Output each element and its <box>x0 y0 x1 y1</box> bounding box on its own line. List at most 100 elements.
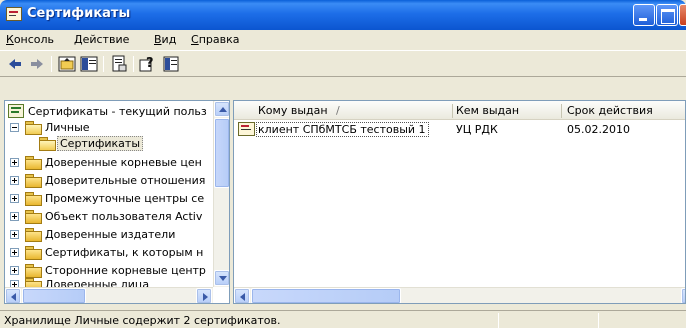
export-list-icon[interactable] <box>110 55 128 73</box>
tree-item-trusted-publishers[interactable]: Доверенные издатели <box>8 227 218 243</box>
certificate-icon <box>238 122 255 136</box>
chevron-left-icon <box>11 293 16 301</box>
expand-icon[interactable] <box>10 176 19 185</box>
menu-help[interactable]: Справка <box>191 33 239 46</box>
scroll-left-button[interactable] <box>5 288 21 303</box>
cell-issued-to: клиент СПбМТСБ тестовый 1 <box>256 122 429 137</box>
list-header: Кому выдан / Кем выдан Срок действия <box>234 101 685 120</box>
folder-icon <box>25 228 42 242</box>
status-text: Хранилище Личные содержит 2 сертификатов… <box>4 314 281 327</box>
certificates-snapin-icon <box>8 104 24 118</box>
column-issued-by[interactable]: Кем выдан <box>456 104 519 117</box>
tree-item-label: Личные <box>45 121 90 134</box>
column-divider[interactable] <box>561 104 562 118</box>
status-bar: Хранилище Личные содержит 2 сертификатов… <box>0 310 686 328</box>
menu-view-label: ид <box>161 33 177 46</box>
table-row[interactable]: клиент СПбМТСБ тестовый 1 УЦ РДК 05.02.2… <box>234 122 685 138</box>
scroll-left-button[interactable] <box>234 288 250 303</box>
folder-open-icon <box>25 121 42 135</box>
show-hide-tree-icon[interactable] <box>80 55 98 73</box>
menu-action-label: ействие <box>82 33 130 46</box>
back-icon[interactable] <box>6 55 24 73</box>
scroll-up-button[interactable] <box>214 101 229 117</box>
expand-icon[interactable] <box>10 194 19 203</box>
scroll-thumb[interactable] <box>22 288 86 303</box>
list-horizontal-scrollbar[interactable] <box>234 287 685 303</box>
title-bar[interactable]: Сертификаты <box>0 0 686 30</box>
toolbar-separator <box>51 56 52 72</box>
close-button[interactable] <box>679 4 686 26</box>
menu-action-accel: Д <box>74 33 83 46</box>
tree-root-label: Сертификаты - текущий польз <box>28 105 207 118</box>
console-tree[interactable]: Сертификаты - текущий польз Личные Серти… <box>4 100 230 304</box>
window-title: Сертификаты <box>27 6 131 21</box>
menu-console[interactable]: Консоль <box>6 33 54 46</box>
menu-view[interactable]: Вид <box>154 33 176 46</box>
tree-item-intermediate[interactable]: Промежуточные центры се <box>8 191 218 207</box>
scroll-thumb[interactable] <box>251 288 401 303</box>
cell-issued-by: УЦ РДК <box>456 123 498 136</box>
toolbar: ? <box>0 50 686 77</box>
status-divider <box>598 313 599 328</box>
menu-console-label: онсоль <box>13 33 55 46</box>
console-window-icon[interactable] <box>162 55 180 73</box>
tree-vertical-scrollbar[interactable] <box>213 101 229 287</box>
tree-item-untrusted[interactable]: Сертификаты, к которым н <box>8 245 218 261</box>
tree-root[interactable]: Сертификаты - текущий польз <box>8 104 218 120</box>
collapse-icon[interactable] <box>10 123 19 132</box>
menu-help-accel: С <box>191 33 199 46</box>
help-icon[interactable]: ? <box>139 55 157 73</box>
certificate-app-icon <box>6 7 22 21</box>
up-folder-icon[interactable] <box>58 55 76 73</box>
folder-icon <box>25 264 42 278</box>
scroll-down-button[interactable] <box>214 270 229 286</box>
tree-item-label: Доверенные издатели <box>45 228 176 241</box>
expand-icon[interactable] <box>10 212 19 221</box>
tree-item-label: Сторонние корневые центр <box>45 264 206 277</box>
sort-indicator: / <box>336 104 340 117</box>
svg-text:?: ? <box>146 56 154 71</box>
certificate-list[interactable]: Кому выдан / Кем выдан Срок действия кли… <box>233 100 686 304</box>
expand-icon[interactable] <box>10 230 19 239</box>
forward-icon[interactable] <box>28 55 46 73</box>
scroll-right-button[interactable] <box>196 288 212 303</box>
minimize-button[interactable] <box>633 4 655 26</box>
expand-icon[interactable] <box>10 248 19 257</box>
folder-icon <box>25 192 42 206</box>
expand-icon[interactable] <box>10 266 19 275</box>
tree-item-ad-user-object[interactable]: Объект пользователя Activ <box>8 209 218 225</box>
folder-open-icon <box>39 137 56 151</box>
toolbar-separator <box>103 56 104 72</box>
cell-expiration: 05.02.2010 <box>567 123 630 136</box>
tree-item-enterprise-trust[interactable]: Доверительные отношения <box>8 173 218 189</box>
column-issued-to[interactable]: Кому выдан <box>258 104 328 117</box>
column-expiration[interactable]: Срок действия <box>567 104 653 117</box>
menu-help-label: правка <box>198 33 240 46</box>
tree-item-label: Промежуточные центры се <box>45 192 205 205</box>
tree-item-personal[interactable]: Личные <box>8 120 218 136</box>
maximize-button[interactable] <box>656 4 678 26</box>
column-divider[interactable] <box>452 104 453 118</box>
scroll-thumb[interactable] <box>214 118 229 188</box>
tree-item-label-selected: Сертификаты <box>57 136 144 151</box>
status-divider <box>498 313 499 328</box>
folder-icon <box>25 174 42 188</box>
chevron-up-icon <box>219 107 227 112</box>
menu-action[interactable]: Действие <box>74 33 129 46</box>
toolbar-separator <box>133 56 134 72</box>
tree-horizontal-scrollbar[interactable] <box>5 287 213 303</box>
tree-item-certificates[interactable]: Сертификаты <box>8 136 218 152</box>
chevron-left-icon <box>240 293 245 301</box>
expand-icon[interactable] <box>10 158 19 167</box>
folder-icon <box>25 246 42 260</box>
tree-item-label: Сертификаты, к которым н <box>45 246 204 259</box>
folder-icon <box>25 210 42 224</box>
tree-item-label: Доверительные отношения <box>45 174 206 187</box>
scroll-right-button[interactable] <box>681 288 685 303</box>
chevron-down-icon <box>219 276 227 281</box>
menu-console-accel: К <box>6 33 14 46</box>
menu-view-accel: В <box>154 33 162 46</box>
tree-item-trusted-root[interactable]: Доверенные корневые цен <box>8 155 218 171</box>
tree-item-label: Доверенные корневые цен <box>45 156 202 169</box>
menu-bar: Консоль Действие Вид Справка <box>0 30 686 49</box>
